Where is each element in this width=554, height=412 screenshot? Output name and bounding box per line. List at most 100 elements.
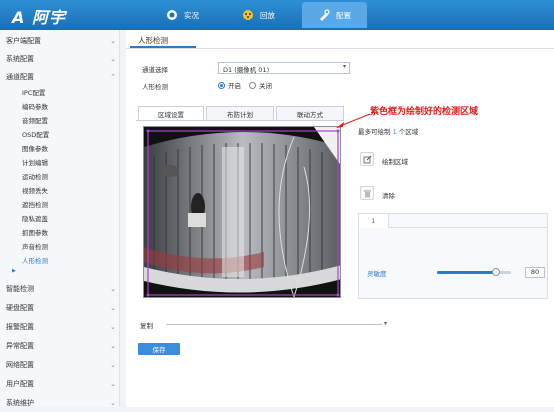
draw-region-label[interactable]: 绘制区域 xyxy=(382,156,408,166)
playback-icon xyxy=(243,10,253,20)
sidebar-item-video-loss[interactable]: 视频丢失 xyxy=(22,183,48,196)
sidebar-group-label: 用户配置 xyxy=(6,380,34,388)
sidebar-item-osd[interactable]: OSD配置 xyxy=(22,127,49,140)
sidebar-group-label: 报警配置 xyxy=(6,323,34,331)
sidebar-group-exception[interactable]: 异常配置 ⌄ xyxy=(6,337,116,355)
sidebar-item-snapshot[interactable]: 抓图参数 xyxy=(22,225,48,238)
sidebar-group-label: 智能检测 xyxy=(6,285,34,293)
chevron-down-icon: ⌄ xyxy=(110,285,116,293)
sensitivity-input[interactable]: 80 xyxy=(525,267,545,278)
divider xyxy=(126,48,554,49)
radio-unchecked-icon xyxy=(249,81,256,89)
sidebar-item-audio[interactable]: 音频配置 xyxy=(22,113,48,126)
chevron-up-icon: ⌃ xyxy=(110,73,116,81)
sidebar-item-encode[interactable]: 编码参数 xyxy=(22,99,48,112)
tab-region-settings[interactable]: 区域设置 xyxy=(138,106,204,121)
draw-region-button[interactable] xyxy=(360,152,374,166)
tab-live[interactable]: 实况 xyxy=(150,2,215,28)
sidebar-group-label: 硬盘配置 xyxy=(6,304,34,312)
sidebar-item-image[interactable]: 图像参数 xyxy=(22,141,48,154)
dropdown-arrow-icon[interactable]: ▾ xyxy=(384,320,387,327)
radio-off-label: 关闭 xyxy=(259,82,272,90)
sidebar-group-alarm[interactable]: 报警配置 ⌄ xyxy=(6,318,116,336)
sidebar-group-label: 通道配置 xyxy=(6,73,34,81)
page-title: 人形检测 xyxy=(138,36,168,45)
trash-icon xyxy=(363,190,371,197)
max-regions-text: 最多可绘制 1 个区域 xyxy=(358,126,418,136)
live-view-icon xyxy=(167,10,177,20)
camera-frame xyxy=(144,127,340,297)
sidebar-group-client[interactable]: 客户端配置 ⌄ xyxy=(6,32,116,50)
sidebar-group-disk[interactable]: 硬盘配置 ⌄ xyxy=(6,299,116,317)
chevron-down-icon: ⌄ xyxy=(110,37,116,45)
chevron-down-icon: ⌄ xyxy=(110,399,116,407)
config-icon xyxy=(320,9,330,21)
region-tab-divider xyxy=(389,227,547,228)
tab-playback-label: 回放 xyxy=(260,10,275,20)
save-button[interactable]: 保存 xyxy=(138,343,180,355)
sensitivity-label: 灵敏度 xyxy=(367,270,387,278)
sidebar-item-motion[interactable]: 运动检测 xyxy=(22,169,48,182)
region-config-panel: 1 灵敏度 80 xyxy=(358,213,548,299)
edit-icon xyxy=(363,155,371,163)
tab-config-label: 配置 xyxy=(336,10,351,20)
top-bar: A 阿宇 实况 回放 配置 xyxy=(0,0,554,30)
tab-label: 布防计划 xyxy=(227,110,253,119)
sidebar-group-user[interactable]: 用户配置 ⌄ xyxy=(6,375,116,393)
sensitivity-slider-thumb[interactable] xyxy=(492,268,501,276)
max-regions-prefix: 最多可绘制 xyxy=(358,128,391,136)
sensitivity-slider-fill xyxy=(437,271,497,274)
sidebar-item-human-detect[interactable]: 人形检测 xyxy=(22,253,48,266)
tab-label: 区域设置 xyxy=(158,110,184,119)
chevron-down-icon: ⌄ xyxy=(110,380,116,388)
sidebar-group-smart[interactable]: 智能检测 ⌄ xyxy=(6,280,116,298)
channel-select[interactable]: D1 (摄像机 01) ▾ xyxy=(218,62,350,74)
video-preview[interactable] xyxy=(143,126,341,298)
sidebar-item-sound[interactable]: 声音检测 xyxy=(22,239,48,252)
sensitivity-slider[interactable] xyxy=(437,268,511,276)
tab-arm-schedule[interactable]: 布防计划 xyxy=(206,106,274,121)
chevron-down-icon: ⌄ xyxy=(110,323,116,331)
sidebar: 客户端配置 ⌄ 系统配置 ⌄ 通道配置 ⌃ IPC配置 编码参数 音频配置 OSD配置… xyxy=(0,30,120,407)
chevron-down-icon: ⌄ xyxy=(110,342,116,350)
dropdown-arrow-icon: ▾ xyxy=(342,63,346,70)
channel-label: 通道选择 xyxy=(142,66,168,74)
sidebar-item-privacy[interactable]: 隐私遮盖 xyxy=(22,211,48,224)
sidebar-group-maintenance[interactable]: 系统维护 ⌄ xyxy=(6,394,116,412)
brand-logo: A 阿宇 xyxy=(12,8,66,27)
sidebar-item-ipc[interactable]: IPC配置 xyxy=(22,85,45,98)
sidebar-group-label: 系统配置 xyxy=(6,55,34,63)
chevron-down-icon: ⌄ xyxy=(110,361,116,369)
tab-live-label: 实况 xyxy=(184,10,199,20)
detect-label: 人形检测 xyxy=(142,83,168,91)
sidebar-group-network[interactable]: 网络配置 ⌄ xyxy=(6,356,116,374)
sidebar-group-label: 客户端配置 xyxy=(6,37,41,45)
clear-button[interactable] xyxy=(360,186,374,200)
copy-label: 复制 xyxy=(140,322,153,330)
copy-select[interactable] xyxy=(166,324,382,325)
tab-label: 联动方式 xyxy=(297,110,323,119)
max-regions-suffix: 个区域 xyxy=(398,128,419,136)
annotation-text: 紫色框为绘制好的检测区域 xyxy=(370,107,479,117)
sidebar-group-channel[interactable]: 通道配置 ⌃ xyxy=(6,68,116,86)
radio-off[interactable]: 关闭 xyxy=(249,80,272,90)
tab-config[interactable]: 配置 xyxy=(302,2,367,28)
sidebar-group-system[interactable]: 系统配置 ⌄ xyxy=(6,50,116,68)
sidebar-item-tamper[interactable]: 遮挡检测 xyxy=(22,197,48,210)
clear-label[interactable]: 清除 xyxy=(382,190,395,200)
radio-checked-icon xyxy=(218,81,225,89)
tab-playback[interactable]: 回放 xyxy=(226,2,291,28)
sidebar-group-label: 异常配置 xyxy=(6,342,34,350)
region-tab-1[interactable]: 1 xyxy=(359,214,389,228)
radio-on[interactable]: 开启 xyxy=(218,80,241,90)
tab-divider xyxy=(136,120,342,121)
chevron-down-icon: ⌄ xyxy=(110,55,116,63)
radio-on-label: 开启 xyxy=(228,82,241,90)
max-regions-count: 1 xyxy=(392,128,397,136)
sidebar-group-label: 网络配置 xyxy=(6,361,34,369)
main-panel: 人形检测 通道选择 D1 (摄像机 01) ▾ 人形检测 开启 关闭 区域设置 … xyxy=(126,30,554,407)
chevron-down-icon: ⌄ xyxy=(110,304,116,312)
sidebar-item-schedule[interactable]: 计划编辑 xyxy=(22,155,48,168)
active-bullet-icon: ▶ xyxy=(12,268,16,274)
channel-select-value: D1 (摄像机 01) xyxy=(223,66,270,74)
